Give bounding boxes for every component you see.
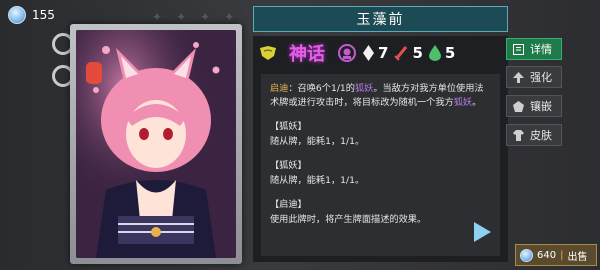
currency-value: 155 xyxy=(32,8,55,22)
card-info-panel: 神话 7 5 5 启迪：召唤6个1/1的狐妖。当敌方对我方单位使用法术牌或进行攻… xyxy=(253,36,508,262)
play-icon[interactable] xyxy=(474,222,491,242)
book-icon xyxy=(513,43,524,55)
sell-label: 出售 xyxy=(567,251,588,263)
skin-button[interactable]: 皮肤 xyxy=(506,124,562,146)
strengthen-button[interactable]: 强化 xyxy=(506,66,562,88)
divider: | xyxy=(560,249,564,261)
inlay-button[interactable]: 镶嵌 xyxy=(506,95,562,117)
sword-icon xyxy=(394,46,408,61)
detail-button[interactable]: 详情 xyxy=(506,38,562,60)
sell-value: 640 xyxy=(537,249,557,261)
card-description: 启迪：召唤6个1/1的狐妖。当敌方对我方单位使用法术牌或进行攻击时，将目标改为随… xyxy=(261,74,500,256)
health-value: 5 xyxy=(444,44,456,62)
keyword-link[interactable]: 狐妖 xyxy=(454,97,472,108)
keyword-block: 【启迪】 使用此牌时，将产生牌面描述的效果。 xyxy=(270,199,427,225)
keyword-block: 【狐妖】 随从牌，能耗1，1/1。 xyxy=(270,160,365,186)
keyword-link[interactable]: 狐妖 xyxy=(355,83,373,94)
description-main: 启迪：召唤6个1/1的狐妖。当敌方对我方单位使用法术牌或进行攻击时，将目标改为随… xyxy=(270,83,484,108)
decoration: ✦ ✦ ✦ ✦ xyxy=(152,10,234,24)
shirt-icon xyxy=(513,129,524,141)
attack-stat: 5 xyxy=(394,44,423,62)
arrow-up-icon xyxy=(513,71,524,83)
card-frame xyxy=(70,24,242,264)
type-emblem-icon xyxy=(338,44,356,62)
card-title: 玉藻前 xyxy=(356,12,405,28)
gem-icon xyxy=(520,248,533,262)
card-artwork xyxy=(76,30,236,258)
class-emblem-icon xyxy=(260,46,276,60)
star-icon: ✦ xyxy=(224,10,235,24)
crystal-icon xyxy=(363,45,374,61)
attack-value: 5 xyxy=(412,44,423,62)
keyword-block: 【狐妖】 随从牌，能耗1，1/1。 xyxy=(270,121,365,147)
currency-display: 155 xyxy=(8,6,55,24)
health-stat: 5 xyxy=(428,44,456,62)
card-title-bar: 玉藻前 xyxy=(253,6,508,32)
card-stats-row: 神话 7 5 5 xyxy=(253,36,508,70)
drop-icon xyxy=(428,45,441,61)
rarity-label: 神话 xyxy=(289,44,325,65)
star-icon: ✦ xyxy=(200,10,211,24)
cost-stat: 7 xyxy=(363,44,388,62)
gem-icon xyxy=(8,6,26,24)
sell-button[interactable]: 640 | 出售 xyxy=(515,244,597,266)
cost-value: 7 xyxy=(378,44,389,62)
star-icon: ✦ xyxy=(176,10,187,24)
star-icon: ✦ xyxy=(152,10,163,24)
gem-slot-icon xyxy=(513,100,524,112)
